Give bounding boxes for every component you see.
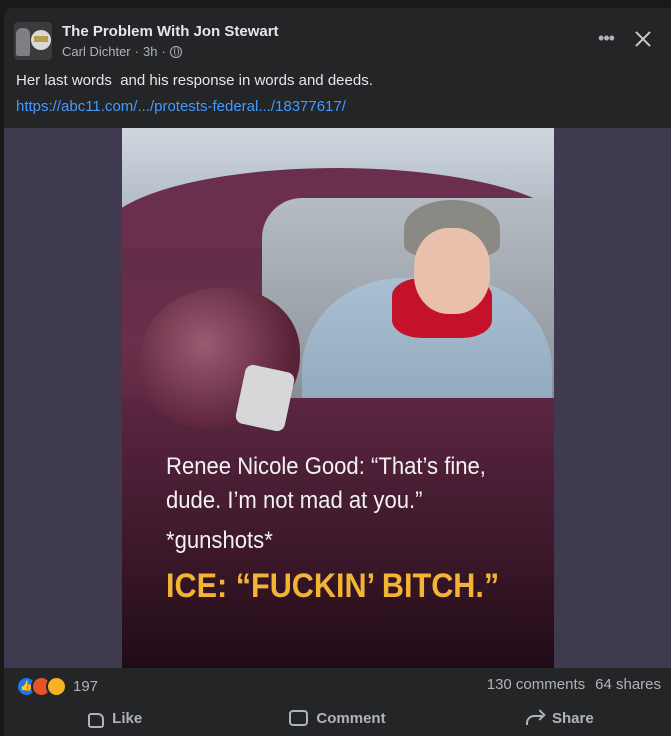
close-icon[interactable] bbox=[630, 26, 656, 52]
caption-line-3: *gunshots* bbox=[166, 527, 273, 554]
comment-label: Comment bbox=[316, 709, 386, 727]
post-link[interactable]: https://abc11.com/.../protests-federal..… bbox=[16, 98, 346, 115]
more-options-icon[interactable]: ••• bbox=[594, 28, 618, 48]
shares-count[interactable]: 64 shares bbox=[595, 676, 661, 693]
post-time[interactable]: 3h bbox=[143, 44, 157, 59]
reaction-count: 197 bbox=[73, 678, 99, 695]
post-image[interactable]: Renee Nicole Good: “That’s fine, dude. I… bbox=[122, 128, 554, 668]
reactions-summary[interactable]: 👍 197 bbox=[16, 676, 98, 697]
meta-separator: · bbox=[161, 44, 166, 59]
caption-ice: ICE: “FUCKIN’ BITCH.” bbox=[166, 567, 500, 605]
share-icon bbox=[525, 711, 544, 725]
caption-line-2: dude. I’m not mad at you.” bbox=[166, 487, 423, 514]
post-stats: 👍 197 130 comments 64 shares bbox=[4, 668, 671, 700]
comments-count[interactable]: 130 comments bbox=[487, 676, 585, 693]
post-header: The Problem With Jon Stewart Carl Dichte… bbox=[4, 8, 671, 70]
globe-icon bbox=[169, 45, 182, 58]
post-actions: Like Comment Share bbox=[4, 700, 671, 736]
post-meta: Carl Dichter · 3h · bbox=[62, 44, 182, 59]
caption-line-1: Renee Nicole Good: “That’s fine, bbox=[166, 453, 486, 480]
group-name[interactable]: The Problem With Jon Stewart bbox=[62, 23, 279, 40]
group-avatar[interactable] bbox=[14, 22, 52, 60]
sad-icon bbox=[46, 676, 67, 697]
post-text: Her last words and his response in words… bbox=[16, 72, 373, 89]
image-caption: Renee Nicole Good: “That’s fine, dude. I… bbox=[166, 450, 546, 606]
comment-button[interactable]: Comment bbox=[226, 700, 448, 736]
share-button[interactable]: Share bbox=[449, 700, 671, 736]
share-label: Share bbox=[551, 709, 594, 727]
thumbs-up-icon bbox=[88, 712, 105, 728]
engagement-counts: 130 comments 64 shares bbox=[487, 676, 661, 693]
like-label: Like bbox=[112, 709, 143, 727]
author-name[interactable]: Carl Dichter bbox=[62, 44, 131, 59]
post-media[interactable]: Renee Nicole Good: “That’s fine, dude. I… bbox=[4, 128, 671, 668]
meta-separator: · bbox=[134, 44, 139, 59]
like-button[interactable]: Like bbox=[4, 700, 226, 736]
post-card: The Problem With Jon Stewart Carl Dichte… bbox=[4, 8, 671, 736]
comment-icon bbox=[289, 710, 309, 726]
